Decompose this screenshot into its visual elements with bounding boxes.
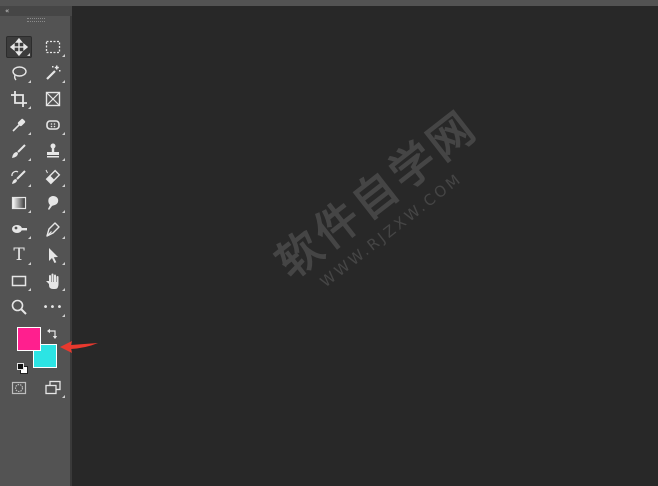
foreground-color-swatch[interactable] (17, 327, 41, 351)
hand-tool[interactable] (40, 270, 66, 292)
hand-icon (46, 273, 59, 289)
rectangle-icon (11, 275, 27, 287)
healing-icon (46, 120, 60, 130)
path-selection-tool[interactable] (40, 244, 66, 266)
arrow-cursor-icon (49, 248, 58, 263)
zoom-tool[interactable] (6, 296, 32, 318)
history-brush-tool[interactable] (6, 166, 32, 188)
crop-tool[interactable] (6, 88, 32, 110)
blur-icon (48, 196, 59, 210)
type-icon: T (13, 245, 25, 265)
crop-icon (11, 91, 27, 107)
eraser-tool[interactable] (40, 166, 66, 188)
default-colors-button[interactable] (17, 359, 28, 374)
blur-tool[interactable] (40, 192, 66, 214)
stamp-icon (47, 143, 59, 158)
default-colors-icon (17, 363, 28, 374)
tools-panel-header: « (0, 6, 72, 16)
clone-stamp-tool[interactable] (40, 140, 66, 162)
history-brush-icon (11, 170, 26, 184)
ellipsis-icon: ••• (42, 301, 64, 313)
lasso-tool[interactable] (6, 62, 32, 84)
screen-mode-icon (45, 380, 61, 395)
brush-tool[interactable] (6, 140, 32, 162)
marquee-tool[interactable] (40, 36, 66, 58)
eraser-icon (45, 169, 61, 185)
rectangle-tool[interactable] (6, 270, 32, 292)
quick-mask-icon (11, 381, 27, 395)
frame-icon (45, 91, 61, 107)
move-icon (10, 38, 28, 56)
move-tool[interactable] (6, 36, 32, 58)
eyedropper-icon (12, 118, 26, 132)
dodge-icon (12, 225, 27, 233)
collapse-panel-icon[interactable]: « (5, 6, 9, 16)
rect-marquee-icon (45, 40, 61, 54)
eyedropper-tool[interactable] (6, 114, 32, 136)
panel-grip-handle[interactable] (27, 18, 45, 22)
dodge-tool[interactable] (6, 218, 32, 240)
magic-wand-tool[interactable] (40, 62, 66, 84)
lasso-icon (12, 66, 27, 81)
magnifier-icon (11, 299, 27, 315)
type-tool[interactable]: T (6, 244, 32, 266)
more-tools[interactable]: ••• (40, 296, 66, 318)
spot-healing-tool[interactable] (40, 114, 66, 136)
swap-colors-button[interactable] (47, 325, 59, 339)
pen-icon (46, 222, 60, 237)
frame-tool[interactable] (40, 88, 66, 110)
gradient-tool[interactable] (6, 192, 32, 214)
pen-tool[interactable] (40, 218, 66, 240)
magic-wand-icon (46, 65, 61, 80)
screen-mode-button[interactable] (40, 377, 66, 399)
brush-icon (12, 144, 26, 158)
gradient-icon (11, 196, 27, 210)
quick-mask-button[interactable] (6, 377, 32, 399)
annotation-arrow (60, 341, 98, 353)
